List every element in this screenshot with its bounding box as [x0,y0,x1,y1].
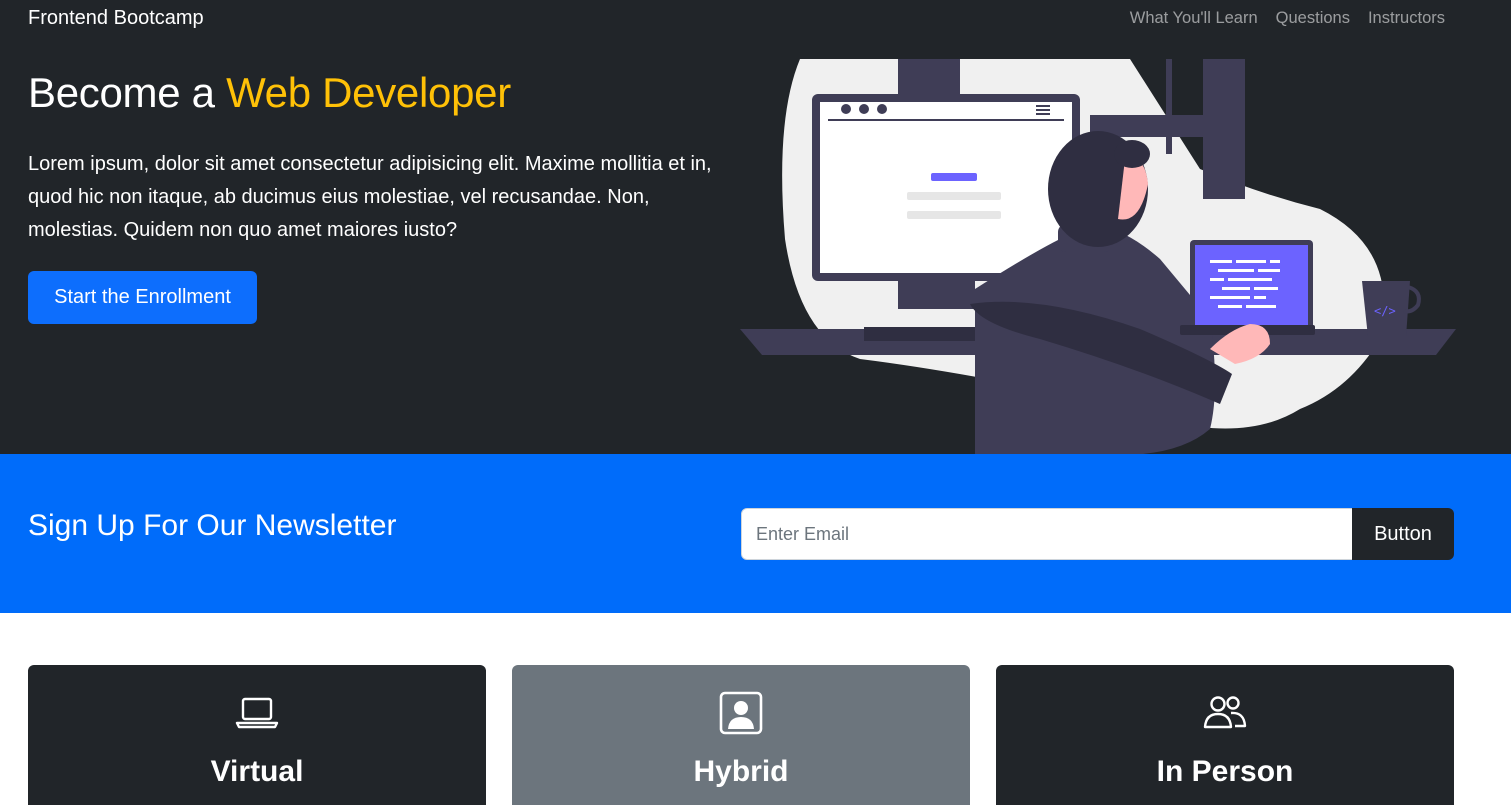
hero-title: Become a Web Developer [28,69,511,117]
hero-title-prefix: Become a [28,69,227,116]
newsletter-section: Sign Up For Our Newsletter Button [0,454,1511,613]
card-title: In Person [1156,755,1294,788]
hero-section: Become a Web Developer Lorem ipsum, dolo… [0,39,1511,454]
card-virtual: Virtual [28,665,486,805]
nav-link-instructors[interactable]: Instructors [1368,9,1445,28]
card-title: Hybrid [693,755,789,788]
brand-link[interactable]: Frontend Bootcamp [28,7,204,30]
navbar: Frontend Bootcamp What You'll Learn Ques… [0,0,1511,39]
nav-links: What You'll Learn Questions Instructors [1130,9,1445,28]
hero-description: Lorem ipsum, dolor sit amet consectetur … [28,153,712,241]
newsletter-submit-button[interactable]: Button [1352,508,1454,560]
people-icon [1203,696,1247,729]
nav-link-what-youll-learn[interactable]: What You'll Learn [1130,9,1258,28]
hero-title-accent: Web Developer [226,69,511,116]
card-title: Virtual [210,755,304,788]
svg-text:</>: </> [1374,304,1396,318]
newsletter-title: Sign Up For Our Newsletter [28,509,397,542]
card-in-person: In Person [996,665,1454,805]
person-square-icon [719,691,763,735]
start-enrollment-button[interactable]: Start the Enrollment [28,271,257,324]
card-hybrid: Hybrid [512,665,970,805]
laptop-icon [235,697,279,729]
cards-section: Virtual Hybrid In Person [0,613,1511,805]
nav-link-questions[interactable]: Questions [1276,9,1350,28]
email-input[interactable] [741,508,1353,560]
developer-at-desk-illustration: </> [740,59,1456,454]
